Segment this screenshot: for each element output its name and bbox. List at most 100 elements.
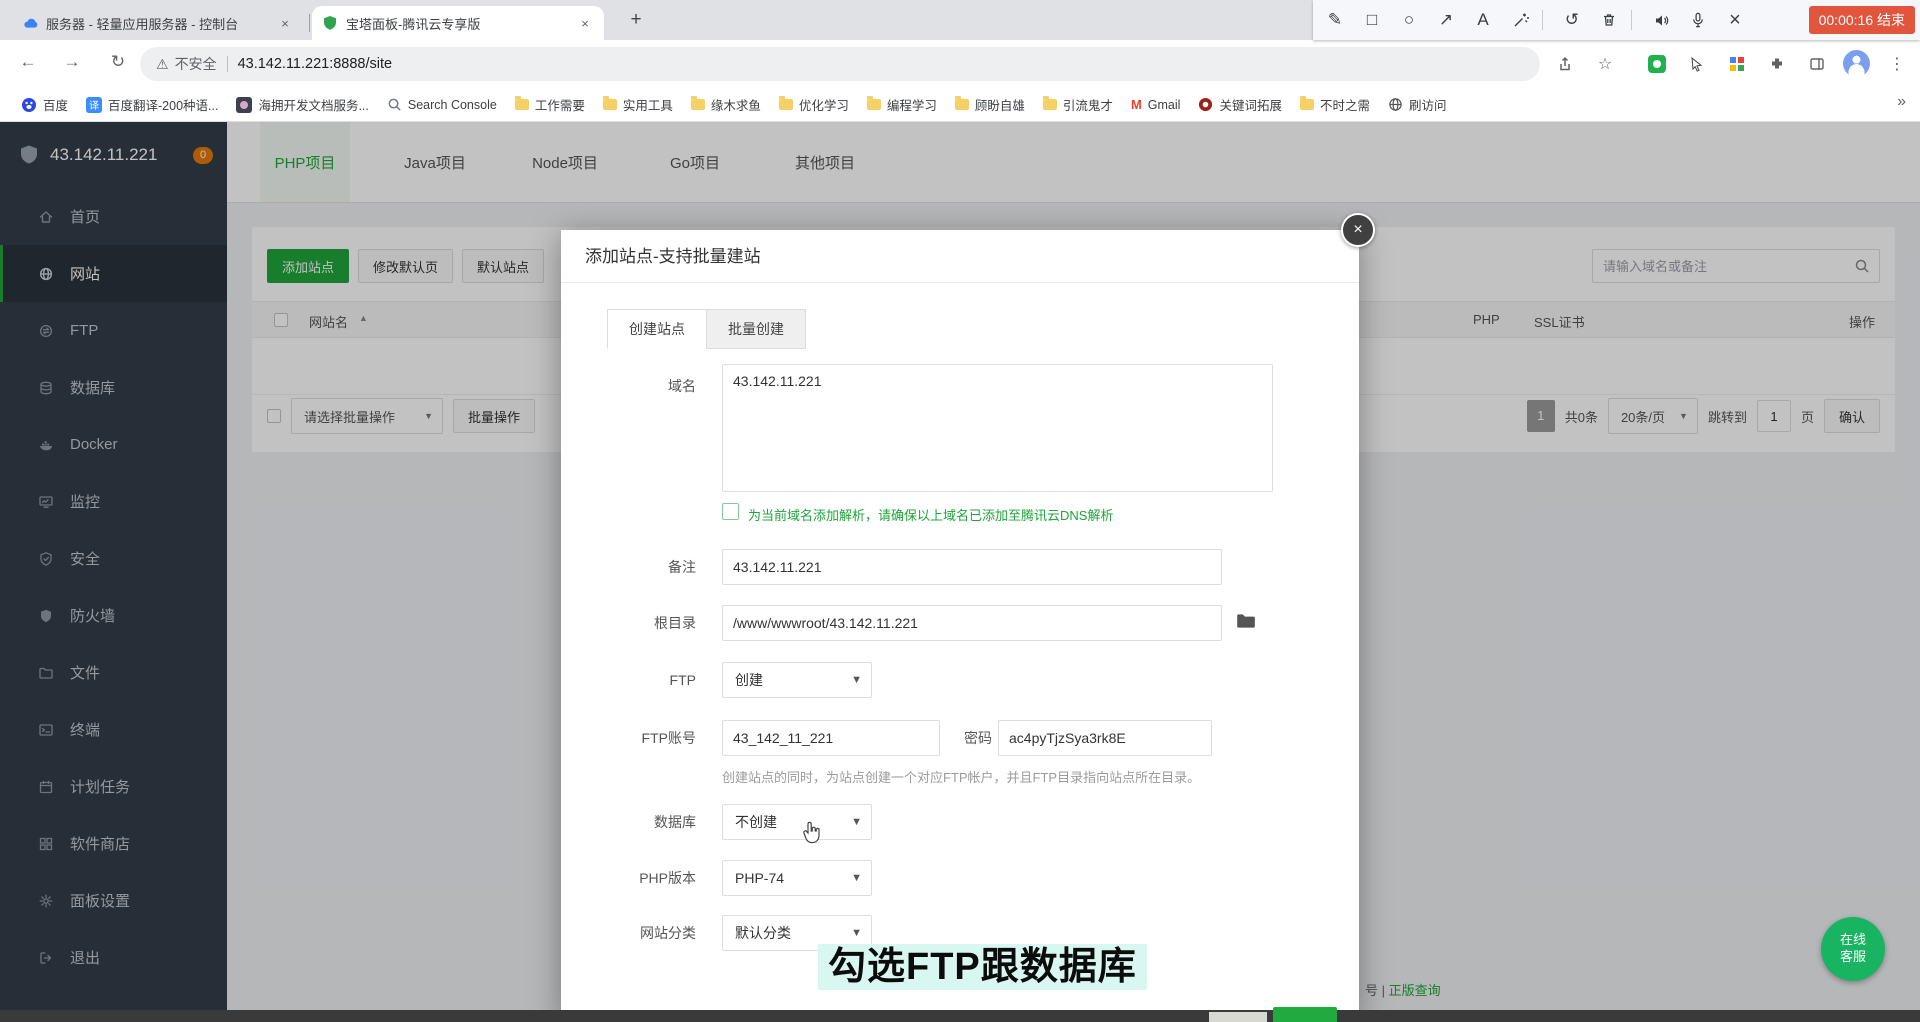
microphone-icon[interactable]	[1683, 5, 1713, 35]
grid-extension-icon[interactable]	[1724, 51, 1750, 77]
recording-timer-button[interactable]: 00:00:16 结束	[1809, 6, 1915, 34]
folder-icon	[1300, 99, 1314, 110]
ftp-password-input[interactable]	[998, 720, 1212, 756]
bookmark-shuafangwen[interactable]: 刷访问	[1379, 92, 1456, 117]
translate-icon: 译	[86, 97, 102, 113]
extension-chat-icon[interactable]	[1644, 51, 1670, 77]
submit-button-fragment[interactable]	[1273, 1007, 1337, 1022]
address-divider	[227, 56, 228, 72]
warning-icon: ⚠	[156, 56, 169, 73]
bookmark-baidu[interactable]: 百度	[12, 92, 77, 117]
video-caption: 勾选FTP跟数据库	[818, 944, 1147, 990]
bookmark-keyword-expand[interactable]: 关键词拓展	[1189, 92, 1291, 117]
tab-batch-create[interactable]: 批量创建	[706, 309, 806, 349]
site-category-label: 网站分类	[561, 915, 696, 951]
database-select[interactable]: 不创建 ▼	[722, 804, 872, 840]
bookmark-star-icon[interactable]: ☆	[1592, 51, 1618, 77]
modal-title: 添加站点-支持批量建站	[561, 230, 1359, 283]
tab-close-icon[interactable]: ×	[576, 16, 594, 31]
bookmark-folder-optimize[interactable]: 优化学习	[770, 92, 858, 117]
ftp-account-label: FTP账号	[561, 720, 696, 756]
baidu-icon	[21, 97, 37, 113]
tab-title: 服务器 - 轻量应用服务器 - 控制台	[46, 14, 270, 33]
browser-tab-baota-panel[interactable]: 宝塔面板-腾讯云专享版 ×	[312, 6, 604, 40]
ellipse-tool-icon[interactable]: ○	[1394, 5, 1424, 35]
php-version-select[interactable]: PHP-74 ▼	[722, 860, 872, 896]
back-button[interactable]: ←	[14, 52, 42, 76]
speaker-icon[interactable]	[1646, 5, 1676, 35]
folder-icon	[779, 99, 793, 110]
profile-avatar[interactable]	[1843, 50, 1870, 77]
browser-toolbar: ← → ↻ ⚠ 不安全 43.142.11.221:8888/site ☆ ⋮	[0, 40, 1920, 88]
bookmark-folder-bushizhixu[interactable]: 不时之需	[1291, 92, 1379, 117]
bookmark-search-console[interactable]: Search Console	[378, 94, 506, 115]
bookmarks-overflow-icon[interactable]: »	[1897, 93, 1906, 111]
dns-resolve-checkbox[interactable]	[722, 503, 739, 520]
address-url: 43.142.11.221:8888/site	[238, 56, 393, 72]
remark-input[interactable]	[722, 549, 1222, 585]
text-tool-icon[interactable]: A	[1468, 5, 1498, 35]
bookmarks-bar: 百度 译 百度翻译-200种语... 海拥开发文档服务... Search Co…	[0, 88, 1920, 122]
bottom-button-fragment	[1209, 1012, 1267, 1022]
domain-label: 域名	[561, 368, 696, 404]
add-site-modal: × 添加站点-支持批量建站 创建站点 批量创建 域名 43.142.11.221…	[561, 230, 1359, 1022]
bottom-edge-strip	[0, 1010, 1920, 1022]
tab-create-site[interactable]: 创建站点	[607, 309, 707, 349]
bookmark-folder-work[interactable]: 工作需要	[506, 92, 594, 117]
choose-directory-icon[interactable]	[1235, 610, 1259, 634]
pencil-tool-icon[interactable]: ✎	[1320, 5, 1350, 35]
cursor-extension-icon[interactable]	[1684, 51, 1710, 77]
online-service-button[interactable]: 在线 客服	[1821, 917, 1885, 981]
bookmark-folder-gupan[interactable]: 顾盼自雄	[946, 92, 1034, 117]
bookmark-haiyong-docs[interactable]: 海拥开发文档服务...	[227, 92, 377, 117]
chevron-down-icon: ▼	[851, 872, 862, 884]
bookmark-folder-yuanmu[interactable]: 缘木求鱼	[682, 92, 770, 117]
ftp-select[interactable]: 创建 ▼	[722, 662, 872, 698]
toolbar-divider	[1631, 10, 1632, 30]
undo-icon[interactable]: ↺	[1557, 5, 1587, 35]
keyword-icon	[1198, 97, 1213, 112]
folder-icon	[515, 99, 529, 110]
magic-wand-tool-icon[interactable]	[1505, 5, 1535, 35]
extensions-puzzle-icon[interactable]	[1764, 51, 1790, 77]
new-tab-button[interactable]: +	[624, 9, 648, 33]
security-label: 不安全	[175, 54, 217, 74]
share-icon[interactable]	[1552, 51, 1578, 77]
database-label: 数据库	[561, 804, 696, 840]
ftp-label: FTP	[561, 662, 696, 698]
trash-icon[interactable]	[1594, 5, 1624, 35]
tab-title: 宝塔面板-腾讯云专享版	[346, 14, 570, 33]
globe-icon	[1388, 97, 1403, 112]
bookmark-baidu-translate[interactable]: 译 百度翻译-200种语...	[77, 92, 227, 117]
baota-shield-icon	[322, 15, 338, 31]
password-label: 密码	[907, 720, 992, 756]
root-dir-label: 根目录	[561, 605, 696, 641]
close-recorder-icon[interactable]: ×	[1720, 5, 1750, 35]
bookmark-folder-coding[interactable]: 编程学习	[858, 92, 946, 117]
reload-button[interactable]: ↻	[104, 52, 132, 76]
browser-menu-icon[interactable]: ⋮	[1884, 51, 1910, 77]
bookmark-gmail[interactable]: M Gmail	[1122, 94, 1190, 115]
ftp-hint-text: 创建站点的同时，为站点创建一个对应FTP帐户，并且FTP目录指向站点所在目录。	[722, 767, 1200, 786]
recorder-toolbar: ✎ □ ○ ↗ A ↺ × 00:00:16 结束	[1313, 0, 1920, 40]
rectangle-tool-icon[interactable]: □	[1357, 5, 1387, 35]
forward-button[interactable]: →	[58, 52, 86, 76]
search-console-icon	[387, 97, 402, 112]
avatar-icon	[236, 97, 252, 113]
modal-close-icon[interactable]: ×	[1341, 213, 1375, 247]
arrow-tool-icon[interactable]: ↗	[1431, 5, 1461, 35]
tencent-cloud-icon	[22, 15, 38, 31]
bookmark-folder-yinliu[interactable]: 引流鬼才	[1034, 92, 1122, 117]
side-panel-icon[interactable]	[1804, 51, 1830, 77]
remark-label: 备注	[561, 549, 696, 585]
root-dir-input[interactable]	[722, 605, 1222, 641]
tab-close-icon[interactable]: ×	[276, 16, 294, 31]
address-bar[interactable]: ⚠ 不安全 43.142.11.221:8888/site	[140, 47, 1540, 81]
mouse-cursor-hand	[799, 820, 823, 846]
bookmark-folder-tools[interactable]: 实用工具	[594, 92, 682, 117]
domain-textarea[interactable]: 43.142.11.221	[722, 364, 1273, 492]
toolbar-divider	[1542, 10, 1543, 30]
chevron-down-icon: ▼	[851, 816, 862, 828]
folder-icon	[603, 99, 617, 110]
browser-tab-server-console[interactable]: 服务器 - 轻量应用服务器 - 控制台 ×	[12, 6, 304, 40]
